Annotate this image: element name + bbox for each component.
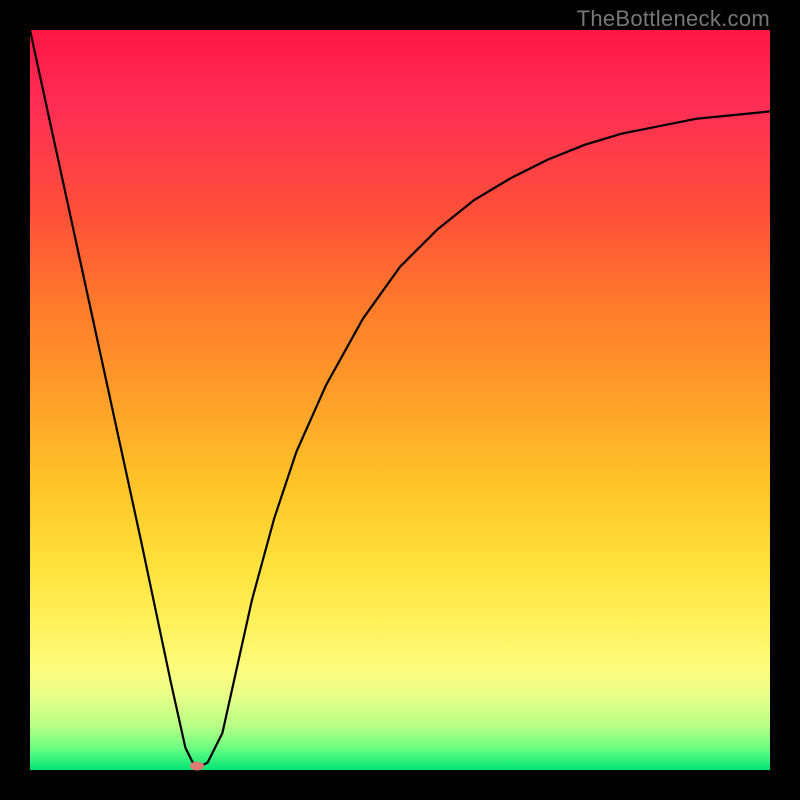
watermark-text: TheBottleneck.com	[577, 6, 770, 32]
bottleneck-curve	[30, 30, 770, 766]
curve-layer	[30, 30, 770, 770]
chart-frame: TheBottleneck.com	[0, 0, 800, 800]
optimum-marker	[190, 762, 204, 771]
plot-area	[30, 30, 770, 770]
